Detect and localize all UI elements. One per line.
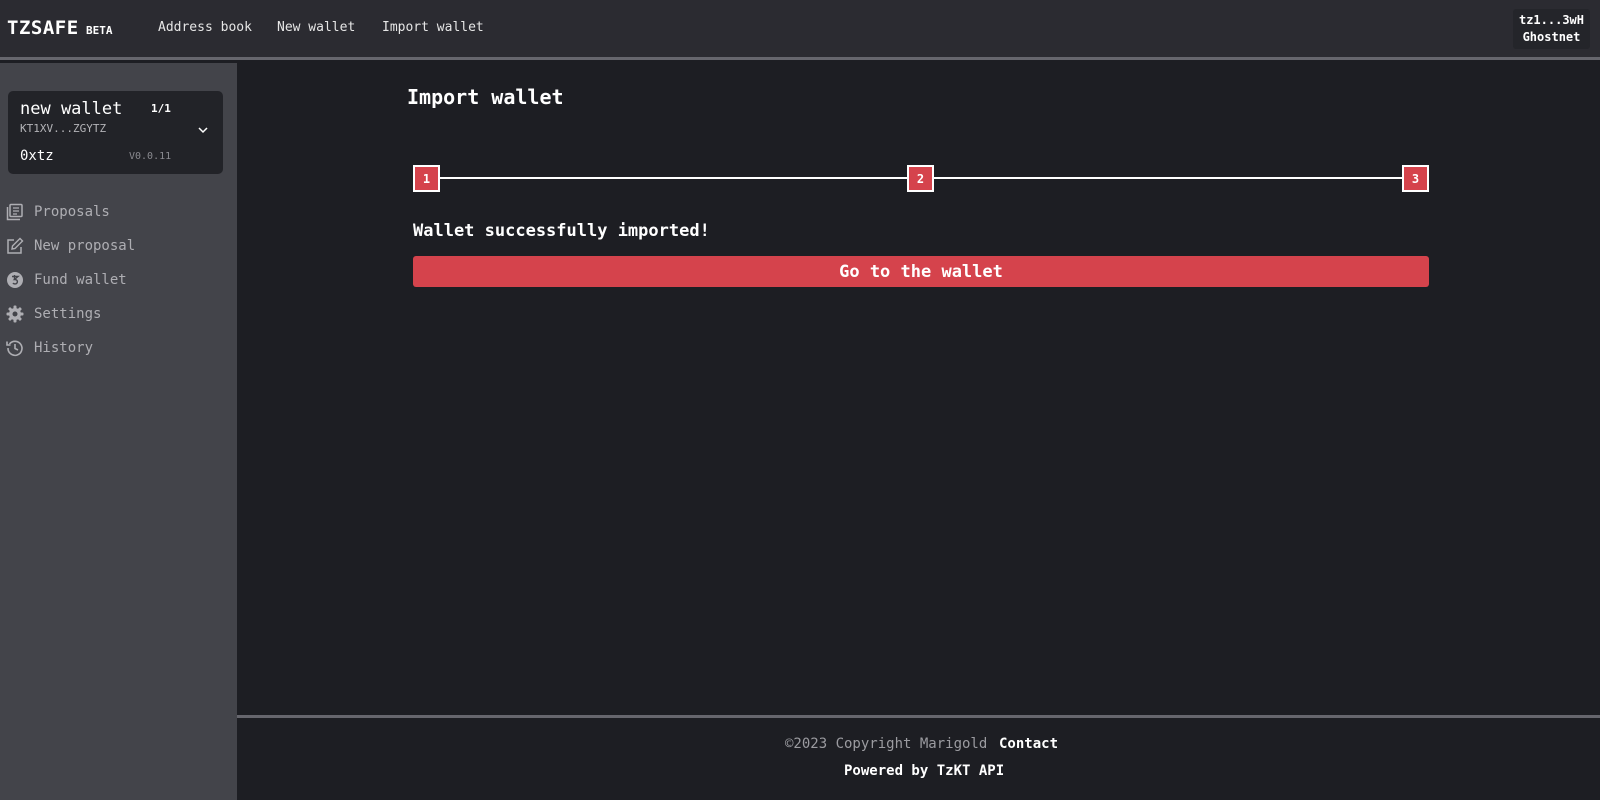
wallet-version: V0.0.11 bbox=[129, 151, 172, 162]
wallet-threshold: 1/1 bbox=[151, 102, 171, 115]
powered-by-text: Powered by TzKT API bbox=[844, 763, 1005, 779]
sidebar-item-label: New proposal bbox=[34, 238, 136, 254]
success-message: Wallet successfully imported! bbox=[413, 221, 710, 241]
chevron-down-icon bbox=[198, 127, 208, 134]
sidebar-item-new-proposal[interactable]: New proposal bbox=[0, 233, 237, 259]
account-address: tz1...3wH bbox=[1518, 13, 1584, 27]
beta-badge: BETA bbox=[86, 24, 113, 37]
sidebar: new wallet 1/1 KT1XV...ZGYTZ 0xtz V0.0.1… bbox=[0, 63, 237, 800]
sidebar-item-label: History bbox=[34, 340, 94, 356]
edit-icon bbox=[6, 237, 24, 255]
footer: ©2023 Copyright Marigold Contact Powered… bbox=[237, 715, 1600, 800]
sidebar-item-proposals[interactable]: Proposals bbox=[0, 199, 237, 225]
go-to-wallet-button[interactable]: Go to the wallet bbox=[413, 256, 1429, 287]
step-2: 2 bbox=[907, 165, 934, 192]
account-button[interactable]: tz1...3wH Ghostnet bbox=[1512, 9, 1590, 49]
nav-new-wallet[interactable]: New wallet bbox=[277, 20, 355, 35]
wallet-name: new wallet bbox=[20, 99, 123, 119]
network-label: Ghostnet bbox=[1522, 30, 1581, 44]
page-title: Import wallet bbox=[407, 85, 564, 109]
wallet-address: KT1XV...ZGYTZ bbox=[20, 122, 107, 135]
sidebar-item-history[interactable]: History bbox=[0, 335, 237, 361]
gear-icon bbox=[6, 305, 24, 323]
sidebar-item-label: Proposals bbox=[34, 204, 110, 220]
history-icon bbox=[6, 339, 24, 357]
step-3: 3 bbox=[1402, 165, 1429, 192]
proposals-icon bbox=[6, 203, 24, 221]
nav-import-wallet[interactable]: Import wallet bbox=[382, 20, 484, 35]
step-1: 1 bbox=[413, 165, 440, 192]
wallet-balance: 0xtz bbox=[20, 148, 54, 164]
contact-link[interactable]: Contact bbox=[999, 736, 1058, 752]
app-logo[interactable]: TZSAFE bbox=[7, 17, 79, 39]
sidebar-item-label: Settings bbox=[34, 306, 102, 322]
sidebar-item-settings[interactable]: Settings bbox=[0, 301, 237, 327]
nav-address-book[interactable]: Address book bbox=[158, 20, 252, 35]
sidebar-item-fund-wallet[interactable]: Fund wallet bbox=[0, 267, 237, 293]
copyright-text: ©2023 Copyright Marigold bbox=[785, 736, 988, 752]
wallet-selector[interactable]: new wallet 1/1 KT1XV...ZGYTZ 0xtz V0.0.1… bbox=[8, 91, 223, 174]
tezos-coin-icon bbox=[6, 271, 24, 289]
top-header: TZSAFE BETA Address book New wallet Impo… bbox=[0, 0, 1600, 60]
sidebar-item-label: Fund wallet bbox=[34, 272, 127, 288]
